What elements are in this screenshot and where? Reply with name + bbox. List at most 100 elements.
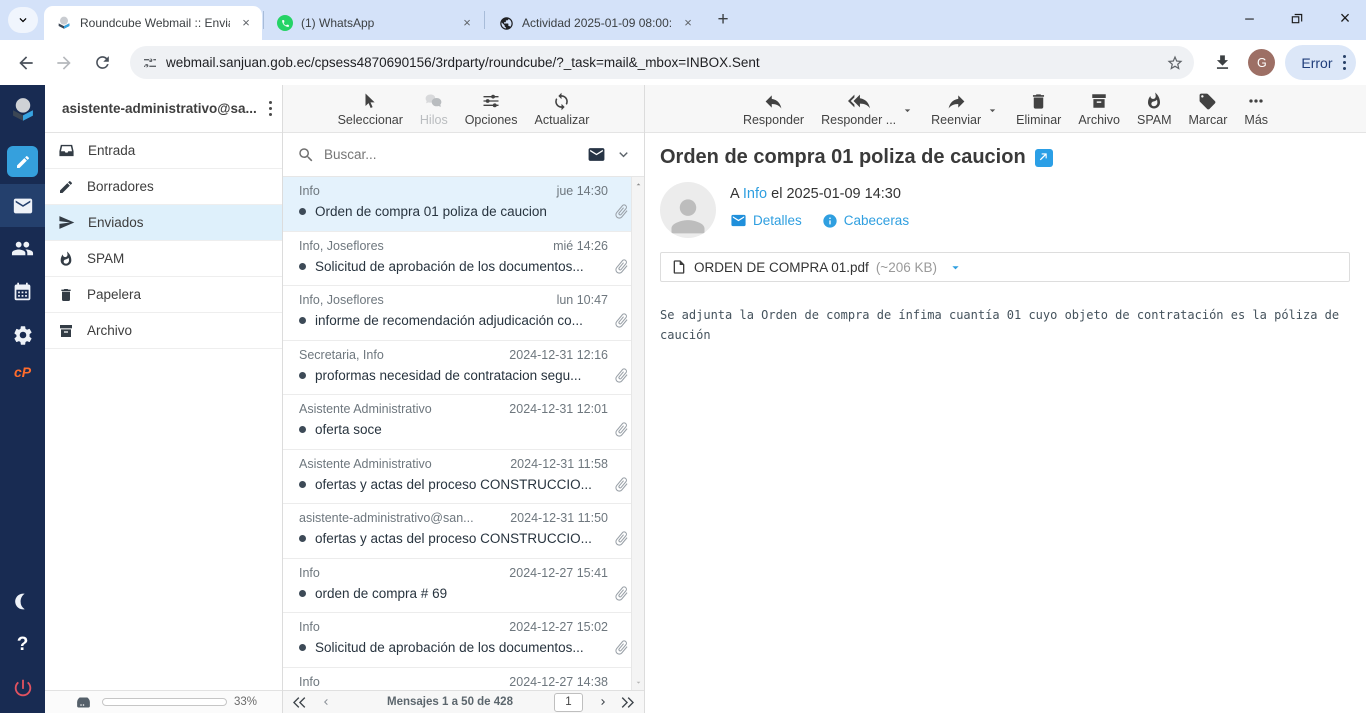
bookmark-star-icon[interactable] — [1166, 54, 1184, 72]
message-status-dot[interactable] — [299, 481, 306, 488]
message-status-dot[interactable] — [299, 263, 306, 270]
list-scrollbar[interactable] — [631, 177, 644, 690]
headers-toggle[interactable]: Cabeceras — [822, 213, 909, 229]
message-row[interactable]: Secretaria, Info2024-12-31 12:16 proform… — [283, 341, 644, 396]
message-row[interactable]: Info, Josefloreslun 10:47 informe de rec… — [283, 286, 644, 341]
folder-enviados[interactable]: Enviados — [45, 205, 282, 241]
message-row[interactable]: asistente-administrativo@san...2024-12-3… — [283, 504, 644, 559]
spam-button[interactable]: SPAM — [1137, 90, 1172, 127]
window-minimize-button[interactable] — [1234, 4, 1264, 32]
message-row[interactable]: Asistente Administrativo2024-12-31 11:58… — [283, 450, 644, 505]
folder-borradores[interactable]: Borradores — [45, 169, 282, 205]
url-text[interactable]: webmail.sanjuan.gob.ec/cpsess4870690156/… — [166, 55, 1158, 70]
folder-entrada[interactable]: Entrada — [45, 133, 282, 169]
rail-contacts-button[interactable] — [0, 227, 45, 270]
scroll-down-icon[interactable] — [634, 678, 643, 687]
account-menu-button[interactable] — [269, 101, 273, 117]
message-status-dot[interactable] — [299, 317, 306, 324]
rail-settings-button[interactable] — [0, 313, 45, 356]
address-bar[interactable]: webmail.sanjuan.gob.ec/cpsess4870690156/… — [130, 46, 1194, 79]
archive-button[interactable]: Archivo — [1078, 90, 1120, 127]
page-number-input[interactable] — [554, 693, 583, 712]
message-row[interactable]: Info2024-12-27 14:38 — [283, 668, 644, 691]
recipient-link[interactable]: Info — [743, 186, 767, 202]
reply-all-button[interactable]: Responder ... — [821, 90, 896, 127]
compose-button[interactable] — [7, 146, 38, 177]
reply-all-menu-caret[interactable] — [901, 104, 914, 117]
browser-menu-icon[interactable] — [1343, 55, 1347, 71]
message-status-dot[interactable] — [299, 644, 306, 651]
message-status-dot[interactable] — [299, 590, 306, 597]
details-toggle[interactable]: Detalles — [730, 212, 802, 229]
site-settings-icon[interactable] — [142, 55, 158, 71]
mark-button[interactable]: Marcar — [1189, 90, 1228, 127]
refresh-button[interactable]: Actualizar — [535, 90, 590, 127]
folder-spam[interactable]: SPAM — [45, 241, 282, 277]
search-scope-button[interactable] — [587, 145, 606, 164]
threads-button[interactable]: Hilos — [420, 90, 448, 127]
folder-panel: asistente-administrativo@sa... Entrada B… — [45, 85, 283, 713]
tab-actividad[interactable]: Actividad 2025-01-09 08:00:00 × — [486, 6, 704, 40]
browser-error-menu-button[interactable]: Error — [1285, 45, 1356, 80]
list-toolbar: Seleccionar Hilos Opciones Actualizar — [283, 85, 644, 133]
scroll-up-icon[interactable] — [634, 180, 643, 189]
quota-progress — [102, 698, 227, 706]
prev-page-button[interactable] — [320, 696, 332, 708]
rail-calendar-button[interactable] — [0, 270, 45, 313]
back-button[interactable] — [10, 47, 42, 79]
message-row[interactable]: Info2024-12-27 15:41 orden de compra # 6… — [283, 559, 644, 614]
dark-mode-button[interactable] — [0, 580, 45, 623]
search-options-chevron-icon[interactable] — [615, 146, 632, 163]
threads-icon — [423, 90, 444, 112]
attachment-size: (~206 KB) — [876, 260, 937, 275]
tab-search-button[interactable] — [8, 7, 38, 33]
message-status-dot[interactable] — [299, 535, 306, 542]
message-sender: Info — [299, 620, 501, 634]
message-row[interactable]: Info2024-12-27 15:02 Solicitud de aproba… — [283, 613, 644, 668]
recipient-line: A Info el 2025-01-09 14:30 — [730, 186, 909, 202]
options-button[interactable]: Opciones — [465, 90, 518, 127]
message-row[interactable]: Info, Josefloresmié 14:26 Solicitud de a… — [283, 232, 644, 287]
folder-label: Papelera — [87, 287, 141, 302]
select-button[interactable]: Seleccionar — [338, 90, 403, 127]
message-row[interactable]: Infojue 14:30 Orden de compra 01 poliza … — [283, 177, 644, 232]
delete-button[interactable]: Eliminar — [1016, 90, 1061, 127]
attachment-row[interactable]: ORDEN DE COMPRA 01.pdf (~206 KB) — [660, 252, 1350, 282]
window-close-button[interactable]: × — [1330, 4, 1360, 32]
open-in-new-window-icon[interactable] — [1035, 149, 1053, 167]
rail-mail-button[interactable] — [0, 184, 45, 227]
message-subject-title: Orden de compra 01 poliza de caucion — [660, 146, 1026, 169]
window-restore-button[interactable] — [1282, 4, 1312, 32]
pagination-bar: Mensajes 1 a 50 de 428 — [283, 690, 644, 713]
new-tab-button[interactable]: + — [710, 7, 736, 33]
attachment-menu-caret[interactable] — [948, 260, 963, 275]
folder-papelera[interactable]: Papelera — [45, 277, 282, 313]
profile-avatar[interactable]: G — [1248, 49, 1275, 76]
tab-close-icon[interactable]: × — [459, 15, 475, 31]
message-status-dot[interactable] — [299, 208, 306, 215]
forward-button[interactable]: Reenviar — [931, 90, 981, 127]
message-row[interactable]: Asistente Administrativo2024-12-31 12:01… — [283, 395, 644, 450]
forward-button[interactable] — [48, 47, 80, 79]
tab-whatsapp[interactable]: (1) WhatsApp × — [265, 6, 483, 40]
reply-button[interactable]: Responder — [743, 90, 804, 127]
message-status-dot[interactable] — [299, 372, 306, 379]
first-page-button[interactable] — [293, 696, 306, 709]
cpanel-logo[interactable]: cP — [0, 356, 45, 388]
tab-close-icon[interactable]: × — [238, 15, 254, 31]
next-page-button[interactable] — [597, 696, 609, 708]
logout-button[interactable] — [0, 666, 45, 709]
attachment-name[interactable]: ORDEN DE COMPRA 01.pdf — [694, 260, 869, 275]
tab-close-icon[interactable]: × — [680, 15, 696, 31]
help-button[interactable]: ? — [0, 623, 45, 666]
message-body: Se adjunta la Orden de compra de ínfima … — [660, 305, 1350, 345]
reload-button[interactable] — [86, 47, 118, 79]
search-input[interactable] — [324, 147, 578, 162]
more-button[interactable]: Más — [1244, 90, 1268, 127]
folder-archivo[interactable]: Archivo — [45, 313, 282, 349]
message-status-dot[interactable] — [299, 426, 306, 433]
tab-roundcube[interactable]: Roundcube Webmail :: Enviados × — [44, 6, 262, 40]
forward-menu-caret[interactable] — [986, 104, 999, 117]
last-page-button[interactable] — [621, 696, 634, 709]
downloads-button[interactable] — [1206, 47, 1238, 79]
